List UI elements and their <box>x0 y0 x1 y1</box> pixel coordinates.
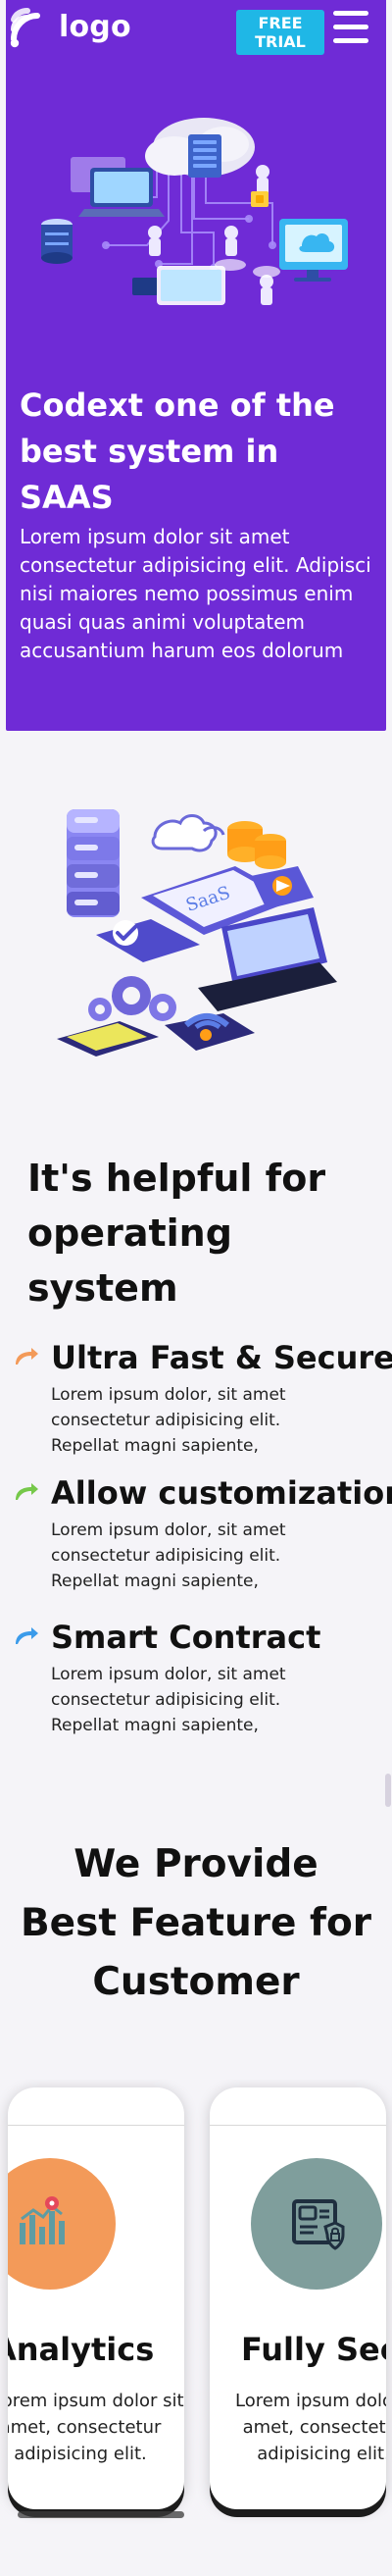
hero-title: Codext one of the best system in SAAS <box>20 386 335 516</box>
hero-section: logo FREE TRIAL Codext one of the best s… <box>6 0 386 731</box>
card-description: Lorem ipsum dolor sit amet, consectetur … <box>235 2388 386 2467</box>
top-navigation: logo FREE TRIAL <box>6 0 386 69</box>
card-description-line: adipisicing elit. <box>257 2444 386 2464</box>
card-divider <box>210 2125 386 2126</box>
card-description-line: Lorem ipsum dolor sit <box>8 2391 184 2411</box>
card-description-line: Lorem ipsum dolor sit <box>235 2391 386 2411</box>
hero-description: Lorem ipsum dolor sit amet consectetur a… <box>20 525 371 662</box>
card-description-line: adipisicing elit. <box>14 2444 147 2464</box>
feature-description: Lorem ipsum dolor, sit amet consectetur … <box>51 1665 286 1735</box>
feature-item-customization: Allow customization Lorem ipsum dolor, s… <box>0 1474 392 1591</box>
saas-illustration: SaaS <box>57 809 337 1056</box>
analytics-chart-icon <box>20 2196 65 2244</box>
card-description-line: amet, consectetur <box>8 2417 162 2438</box>
orange-arrow-icon <box>16 1348 38 1365</box>
helpful-section-title: It's helpful for operating system <box>27 1157 326 1310</box>
hamburger-line-top <box>333 11 368 16</box>
page-scrollbar[interactable] <box>385 1774 391 1807</box>
feature-title: Ultra Fast & Secure <box>51 1339 392 1376</box>
card-divider <box>8 2125 184 2126</box>
green-arrow-icon <box>16 1483 38 1500</box>
secure-id-shield-icon <box>292 2199 345 2250</box>
feature-item-smart-contract: Smart Contract Lorem ipsum dolor, sit am… <box>0 1619 392 1735</box>
feature-description: Lorem ipsum dolor, sit amet consectetur … <box>51 1385 286 1456</box>
feature-description: Lorem ipsum dolor, sit amet consectetur … <box>51 1520 286 1591</box>
feature-item-ultra-fast: Ultra Fast & Secure Lorem ipsum dolor, s… <box>0 1339 392 1456</box>
brand-logo[interactable]: logo <box>8 6 131 49</box>
hamburger-line-middle <box>333 25 368 29</box>
best-feature-title: We Provide Best Feature for Customer <box>20 1842 372 2004</box>
blue-arrow-icon <box>16 1627 38 1644</box>
card-description-line: amet, consectetur <box>242 2417 386 2438</box>
free-trial-button[interactable]: FREE TRIAL <box>236 10 324 55</box>
feature-title: Smart Contract <box>51 1619 321 1656</box>
fully-secure-card[interactable]: Fully Secure Lorem ipsum dolor sit amet,… <box>210 2087 386 2509</box>
wifi-logo-icon <box>10 8 40 48</box>
brand-name: logo <box>59 9 131 44</box>
card-shadow-bar <box>18 2511 184 2518</box>
card-title: Fully Secure <box>241 2331 386 2368</box>
cloud-network-illustration <box>41 118 348 305</box>
hamburger-menu-button[interactable] <box>333 10 368 43</box>
feature-card-carousel[interactable]: Analytics Lorem ipsum dolor sit amet, co… <box>0 2080 392 2531</box>
page: logo FREE TRIAL Codext one of the best s… <box>0 0 392 2576</box>
card-title: Analytics <box>8 2331 155 2368</box>
feature-title: Allow customization <box>51 1474 392 1512</box>
hamburger-line-bottom <box>333 38 368 43</box>
analytics-card[interactable]: Analytics Lorem ipsum dolor sit amet, co… <box>8 2087 184 2509</box>
card-description: Lorem ipsum dolor sit amet, consectetur … <box>8 2388 184 2467</box>
